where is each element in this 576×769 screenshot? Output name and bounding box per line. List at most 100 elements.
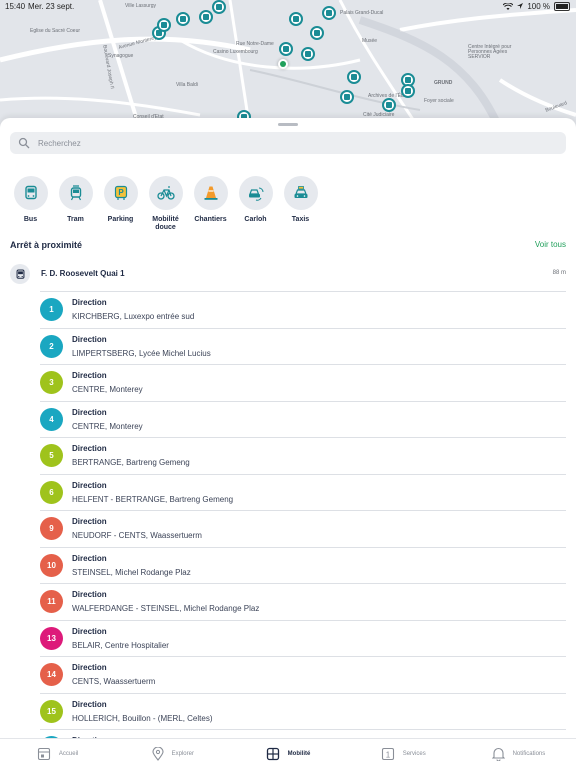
line-row[interactable]: 13 Direction BELAIR, Centre Hospitalier (40, 619, 566, 657)
line-destination: HOLLERICH, Bouillon - (MERL, Celtes) (72, 713, 213, 723)
search-bar[interactable] (10, 132, 566, 154)
tab-services[interactable]: 1 Services (346, 739, 461, 769)
current-location-dot (278, 59, 288, 69)
mode-bus-button[interactable]: Bus (8, 176, 53, 232)
line-badge: 15 (40, 699, 63, 723)
line-badge: 13 (40, 626, 63, 650)
bell-icon (491, 747, 505, 761)
map-label: Villa Baldi (176, 82, 198, 88)
bicycle-station-marker[interactable] (382, 98, 396, 112)
mode-taxi-button[interactable]: Taxis (278, 176, 323, 232)
line-row[interactable]: 11 Direction WALFERDANGE - STEINSEL, Miche… (40, 583, 566, 620)
line-destination: KIRCHBERG, Luxexpo entrée sud (72, 312, 195, 321)
bus-icon (13, 176, 48, 210)
carsharing-icon (238, 176, 273, 210)
map-view[interactable]: Ville Lassurgy Avenue Monterey Boulevard… (0, 0, 576, 130)
tab-label: Services (402, 751, 426, 757)
line-row[interactable]: 16Direction (40, 729, 566, 738)
bus-stop-marker[interactable] (401, 84, 415, 98)
direction-label: Direction (72, 663, 107, 672)
search-input[interactable] (36, 137, 540, 149)
line-badge: 10 (40, 553, 63, 577)
svg-text:1: 1 (385, 751, 390, 760)
line-destination: CENTS, Waassertuerm (72, 677, 156, 686)
line-badge: 11 (40, 590, 63, 613)
direction-label: Direction (72, 371, 107, 380)
tab-notifications[interactable]: Notifications (461, 739, 576, 769)
parking-icon: P (103, 176, 138, 210)
mode-roadworks-button[interactable]: Chantiers (188, 176, 233, 232)
bus-stop-marker[interactable] (176, 12, 190, 26)
sheet-grabber[interactable] (278, 123, 298, 126)
tab-accueil[interactable]: Accueil (0, 739, 115, 769)
mode-carloh-button[interactable]: Carloh (233, 176, 278, 232)
services-icon: 1 (381, 747, 394, 761)
line-row[interactable]: 3 Direction CENTRE, Monterey (40, 364, 566, 401)
line-badge: 4 (40, 407, 63, 431)
mode-parking-button[interactable]: P Parking (98, 176, 143, 232)
map-roads (0, 0, 576, 130)
bus-stop-marker[interactable] (289, 12, 303, 26)
line-row[interactable]: 2 Direction LIMPERTSBERG, Lycée Michel Luc… (40, 327, 566, 365)
line-row[interactable]: 1 Direction KIRCHBERG, Luxexpo entrée sud (40, 291, 566, 328)
direction-label: Direction (72, 407, 107, 417)
direction-label: Direction (72, 444, 107, 453)
map-label: Synagogue (108, 53, 134, 59)
line-row[interactable]: 4 Direction CENTRE, Monterey (40, 400, 566, 438)
line-destination: CENTRE, Monterey (72, 385, 143, 394)
line-row[interactable]: 9 Direction NEUDORF - CENTS, Waassertuerm (40, 510, 566, 547)
mode-tram-button[interactable]: Tram (53, 176, 98, 232)
line-row[interactable]: 5 Direction BERTRANGE, Bartreng Gemeng (40, 437, 566, 474)
bus-stop-marker[interactable] (157, 18, 171, 32)
line-badge: 3 (40, 371, 63, 394)
bicycle-station-marker[interactable] (279, 42, 293, 56)
search-icon (18, 137, 30, 149)
map-label: Centre Intégré pour Personnes Agées SERV… (468, 44, 512, 60)
bus-stop-marker[interactable] (310, 26, 324, 40)
bus-stop-marker[interactable] (347, 70, 361, 84)
direction-label: Direction (72, 517, 107, 526)
map-label: GRUND (434, 80, 453, 86)
stop-name: F. D. Roosevelt Quai 1 (41, 269, 125, 278)
line-row[interactable]: 14 Direction CENTS, Waassertuerm (40, 656, 566, 693)
map-label: Musée (362, 38, 378, 44)
tab-label: Mobilité (287, 751, 311, 757)
battery-percent: 100 % (527, 2, 550, 11)
taxi-icon (283, 176, 318, 210)
bus-stop-marker[interactable] (340, 90, 354, 104)
mobility-icon (266, 747, 279, 761)
see-all-link[interactable]: Voir tous (535, 240, 566, 249)
line-badge: 5 (40, 444, 63, 467)
line-badge: 14 (40, 663, 63, 686)
stop-distance: 88 m (552, 270, 566, 276)
traffic-cone-icon (193, 176, 228, 210)
mode-label: Tram (67, 216, 84, 223)
line-destination: HELFENT - BERTRANGE, Bartreng Gemeng (72, 494, 234, 504)
line-destination: BELAIR, Centre Hospitalier (72, 640, 169, 650)
line-row[interactable]: 6 Direction HELFENT - BERTRANGE, Bartreng … (40, 473, 566, 511)
tab-explorer[interactable]: Explorer (115, 739, 230, 769)
line-row[interactable]: 10 Direction STEINSEL, Michel Rodange Plaz (40, 546, 566, 584)
mode-label: Carloh (244, 216, 267, 223)
direction-label: Direction (72, 480, 107, 490)
bus-stop-icon (10, 264, 30, 284)
location-pin-icon (152, 747, 164, 761)
nearby-stop-row[interactable]: F. D. Roosevelt Quai 1 88 m (10, 264, 566, 284)
home-icon (37, 747, 50, 761)
line-destination: BERTRANGE, Bartreng Gemeng (72, 458, 190, 467)
map-label: Foyer sociale (424, 98, 454, 104)
tab-mobilite[interactable]: Mobilité (230, 739, 345, 769)
battery-icon (554, 2, 570, 11)
line-row[interactable]: 15 Direction HOLLERICH, Bouillon - (MERL, … (40, 692, 566, 730)
line-destination: STEINSEL, Michel Rodange Plaz (72, 567, 191, 577)
status-right: 100 % (503, 2, 570, 11)
line-destination: LIMPERTSBERG, Lycée Michel Lucius (72, 348, 211, 358)
tab-label: Notifications (512, 751, 546, 757)
wifi-icon (503, 2, 514, 10)
svg-text:P: P (118, 188, 124, 197)
status-bar: 15:40 Mer. 23 sept. 100 % (0, 0, 576, 14)
line-badge: 2 (40, 334, 63, 358)
map-label: Casino Luxembourg (213, 49, 258, 55)
bus-stop-marker[interactable] (301, 47, 315, 61)
mode-soft-mobility-button[interactable]: Mobilité douce (143, 176, 188, 232)
